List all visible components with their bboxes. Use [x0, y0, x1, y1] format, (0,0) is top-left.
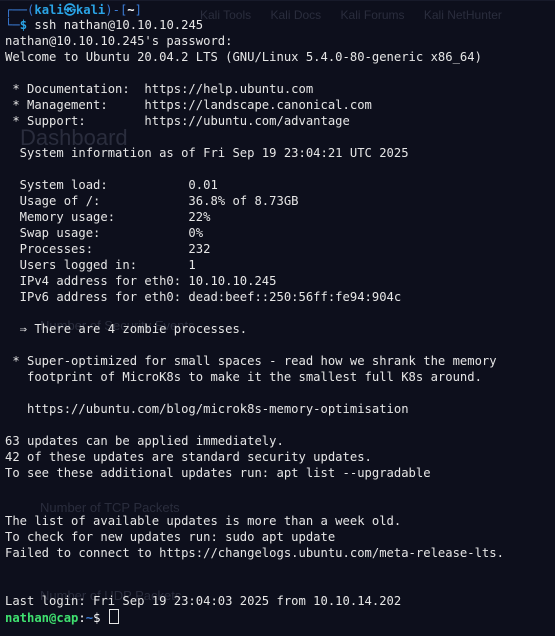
output-line: ⇒ There are 4 zombie processes. — [5, 322, 248, 336]
output-line: * Support: https://ubuntu.com/advantage — [5, 114, 350, 128]
terminal-window[interactable]: Kali Tools Kali Docs Kali Forums Kali Ne… — [0, 0, 555, 636]
output-line: Swap usage: 0% — [5, 226, 204, 240]
prompt-box-bottom: └─ — [5, 18, 20, 32]
text-cursor[interactable] — [108, 609, 119, 624]
output-line: Processes: 232 — [5, 242, 211, 256]
output-line: The list of available updates is more th… — [5, 514, 402, 528]
output-block: nathan@10.10.10.245's password: Welcome … — [5, 33, 555, 609]
remote-cwd: ~ — [85, 611, 94, 625]
output-line: Users logged in: 1 — [5, 258, 196, 272]
output-line: 63 updates can be applied immediately. — [5, 434, 284, 448]
output-line: 42 of these updates are standard securit… — [5, 450, 372, 464]
terminal-output: ┌──(kali㉿kali)-[~] └─$ ssh nathan@10.10.… — [5, 3, 555, 625]
output-line: Last login: Fri Sep 19 23:04:03 2025 fro… — [5, 594, 402, 608]
output-line: * Management: https://landscape.canonica… — [5, 98, 372, 112]
output-line: Usage of /: 36.8% of 8.73GB — [5, 194, 299, 208]
output-line: IPv4 address for eth0: 10.10.10.245 — [5, 274, 277, 288]
output-line: https://ubuntu.com/blog/microk8s-memory-… — [5, 402, 409, 416]
prompt-bracket: )-[ — [105, 3, 128, 17]
output-line: To see these additional updates run: apt… — [5, 466, 431, 480]
output-line: footprint of MicroK8s to make it the sma… — [5, 370, 482, 384]
prompt-user: kali — [34, 3, 64, 17]
output-line: System load: 0.01 — [5, 178, 218, 192]
remote-user-host: nathan@cap — [5, 611, 79, 625]
prompt-dollar: $ — [19, 18, 28, 32]
prompt-host: kali — [75, 3, 106, 17]
command-name: ssh — [34, 18, 57, 32]
output-line: Welcome to Ubuntu 20.04.2 LTS (GNU/Linux… — [5, 50, 482, 64]
background-divider — [0, 0, 555, 1]
prompt-at: ㉿ — [63, 3, 76, 17]
remote-dollar: $ — [93, 611, 108, 625]
remote-separator: : — [78, 611, 86, 625]
remote-shell-prompt[interactable]: nathan@cap:~$ — [5, 609, 555, 625]
output-line: To check for new updates run: sudo apt u… — [5, 530, 336, 544]
prompt-cwd: ~ — [127, 3, 135, 17]
command-args: nathan@10.10.10.245 — [56, 18, 204, 32]
output-line: Memory usage: 22% — [5, 210, 211, 224]
output-line: nathan@10.10.10.245's password: — [5, 34, 233, 48]
prompt-box-corner: ┌──( — [5, 3, 35, 17]
output-line: Failed to connect to https://changelogs.… — [5, 546, 504, 560]
prompt-bracket-close: ] — [134, 3, 142, 17]
output-line: IPv6 address for eth0: dead:beef::250:56… — [5, 290, 402, 304]
output-line: System information as of Fri Sep 19 23:0… — [5, 146, 409, 160]
kali-prompt-top: ┌──(kali㉿kali)-[~] — [5, 3, 555, 17]
output-line: * Documentation: https://help.ubuntu.com — [5, 82, 314, 96]
output-line: * Super-optimized for small spaces - rea… — [5, 354, 497, 368]
kali-prompt-command: └─$ ssh nathan@10.10.10.245 — [5, 17, 555, 33]
